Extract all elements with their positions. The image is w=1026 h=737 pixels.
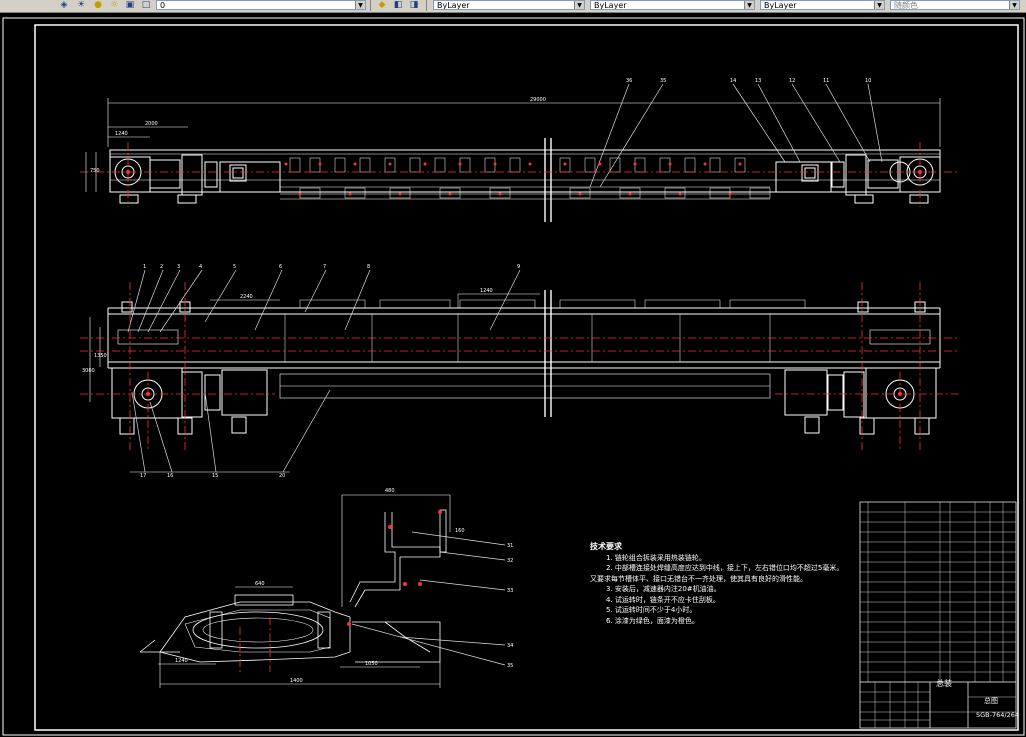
note-line: 3. 安装后，减速器内注20#机油油。 (606, 585, 721, 593)
color-value: ByLayer (437, 1, 470, 10)
model-space-canvas[interactable]: 29000 2000 1240 750 2240 1240 3060 1350 … (0, 12, 1026, 737)
layer-manager-icon[interactable]: ◈ (58, 0, 70, 11)
chevron-down-icon[interactable]: ▼ (1009, 1, 1019, 9)
chevron-down-icon[interactable]: ▼ (874, 1, 884, 9)
callout-32: 32 (507, 558, 513, 564)
callout-31: 31 (507, 543, 513, 549)
callout-16: 16 (167, 473, 173, 479)
callout-35: 35 (660, 78, 666, 84)
note-line: 1. 链轮组合拆装采用热装链轮。 (606, 553, 706, 562)
dim-plan-h2: 1350 (94, 353, 107, 359)
note-line: 5. 试运转时间不少于4小时。 (606, 606, 697, 614)
callout-10: 10 (865, 78, 871, 84)
dim-section-bottom: 1400 (290, 678, 303, 684)
make-current-icon[interactable]: ◆ (376, 0, 388, 11)
callout-15: 15 (212, 473, 218, 479)
callout-14: 14 (730, 78, 736, 84)
toolbar-separator (426, 0, 427, 11)
dim-top-left-b: 1240 (115, 131, 128, 137)
lineweight-value: ByLayer (764, 1, 797, 10)
title-block-code: SGB-764/264 (976, 711, 1019, 719)
callout-12: 12 (789, 78, 795, 84)
dim-section-right: 1050 (365, 661, 378, 667)
callout-35-section: 35 (507, 663, 513, 669)
dim-top-left-a: 2000 (145, 121, 158, 127)
dim-plan-h1: 3060 (82, 368, 95, 374)
note-line: 4. 试运转时，链条开不应卡住刮板。 (606, 595, 720, 604)
top-view (85, 83, 941, 222)
callout-11: 11 (823, 78, 829, 84)
layer-match-icon[interactable]: ◨ (408, 0, 420, 11)
callout-33: 33 (507, 588, 513, 594)
title-block (859, 501, 1017, 729)
lightbulb-icon[interactable]: ● (92, 0, 104, 11)
color-square-icon[interactable]: □ (140, 0, 152, 11)
dim-section-mid: 640 (255, 581, 265, 587)
technical-requirements: 技术要求 1. 链轮组合拆装采用热装链轮。 2. 中部槽连接处焊缝高度应达到中线… (590, 542, 850, 626)
note-line: 6. 涂漆为绿色，面漆为橙色。 (606, 616, 699, 625)
chevron-down-icon[interactable]: ▼ (355, 1, 365, 9)
cad-drawing: 29000 2000 1240 750 2240 1240 3060 1350 … (2, 17, 1025, 736)
chevron-down-icon[interactable]: ▼ (574, 1, 584, 9)
callout-3: 3 (177, 264, 180, 270)
toolbar-separator (370, 0, 371, 11)
sun-icon[interactable]: ☼ (108, 0, 120, 11)
lock-icon[interactable]: ▣ (124, 0, 136, 11)
callout-5: 5 (233, 264, 236, 270)
dim-plan-a: 2240 (240, 294, 253, 300)
lineweight-dropdown[interactable]: ByLayer ▼ (760, 0, 885, 10)
plotstyle-value: 随颜色 (894, 1, 918, 10)
callout-13: 13 (755, 78, 761, 84)
dim-top-left-h: 750 (90, 168, 100, 174)
note-line: 2. 中部槽连接处焊缝高度应达到中线，接上下，左右错位口均不超过5毫米。 (606, 564, 844, 572)
linetype-dropdown[interactable]: ByLayer ▼ (590, 0, 755, 10)
callout-1: 1 (143, 264, 146, 270)
section-view (139, 494, 506, 688)
callout-8: 8 (367, 264, 370, 270)
callout-6: 6 (279, 264, 282, 270)
dim-plan-b: 1240 (480, 288, 493, 294)
plan-view (89, 269, 941, 473)
linetype-value: ByLayer (594, 1, 627, 10)
layer-state-icon[interactable]: ☀ (75, 0, 87, 11)
plotstyle-dropdown[interactable]: 随颜色 ▼ (890, 0, 1020, 10)
callout-2: 2 (160, 264, 163, 270)
layer-previous-icon[interactable]: ◧ (392, 0, 404, 11)
title-block-name: 总图 (984, 697, 998, 705)
callout-36: 36 (626, 78, 632, 84)
notes-title: 技术要求 (590, 542, 622, 551)
callout-17: 17 (140, 473, 146, 479)
dim-section-left: 1240 (175, 658, 188, 664)
layer-dropdown[interactable]: 0 ▼ (156, 0, 366, 10)
note-line: 又要求每节槽体平、接口无错台不一齐处理，使其具有良好的滑性能。 (590, 574, 807, 583)
title-block-label: 总装 (936, 679, 952, 688)
callout-20: 20 (279, 473, 285, 479)
dim-section-side: 160 (455, 528, 465, 534)
layer-value: 0 (160, 1, 166, 10)
callout-34: 34 (507, 643, 513, 649)
color-dropdown[interactable]: ByLayer ▼ (433, 0, 585, 10)
callout-7: 7 (323, 264, 326, 270)
callout-9: 9 (517, 264, 520, 270)
chevron-down-icon[interactable]: ▼ (744, 1, 754, 9)
callout-4: 4 (199, 264, 202, 270)
dim-overall-top: 29000 (530, 97, 546, 103)
dim-section-top: 480 (385, 488, 395, 494)
